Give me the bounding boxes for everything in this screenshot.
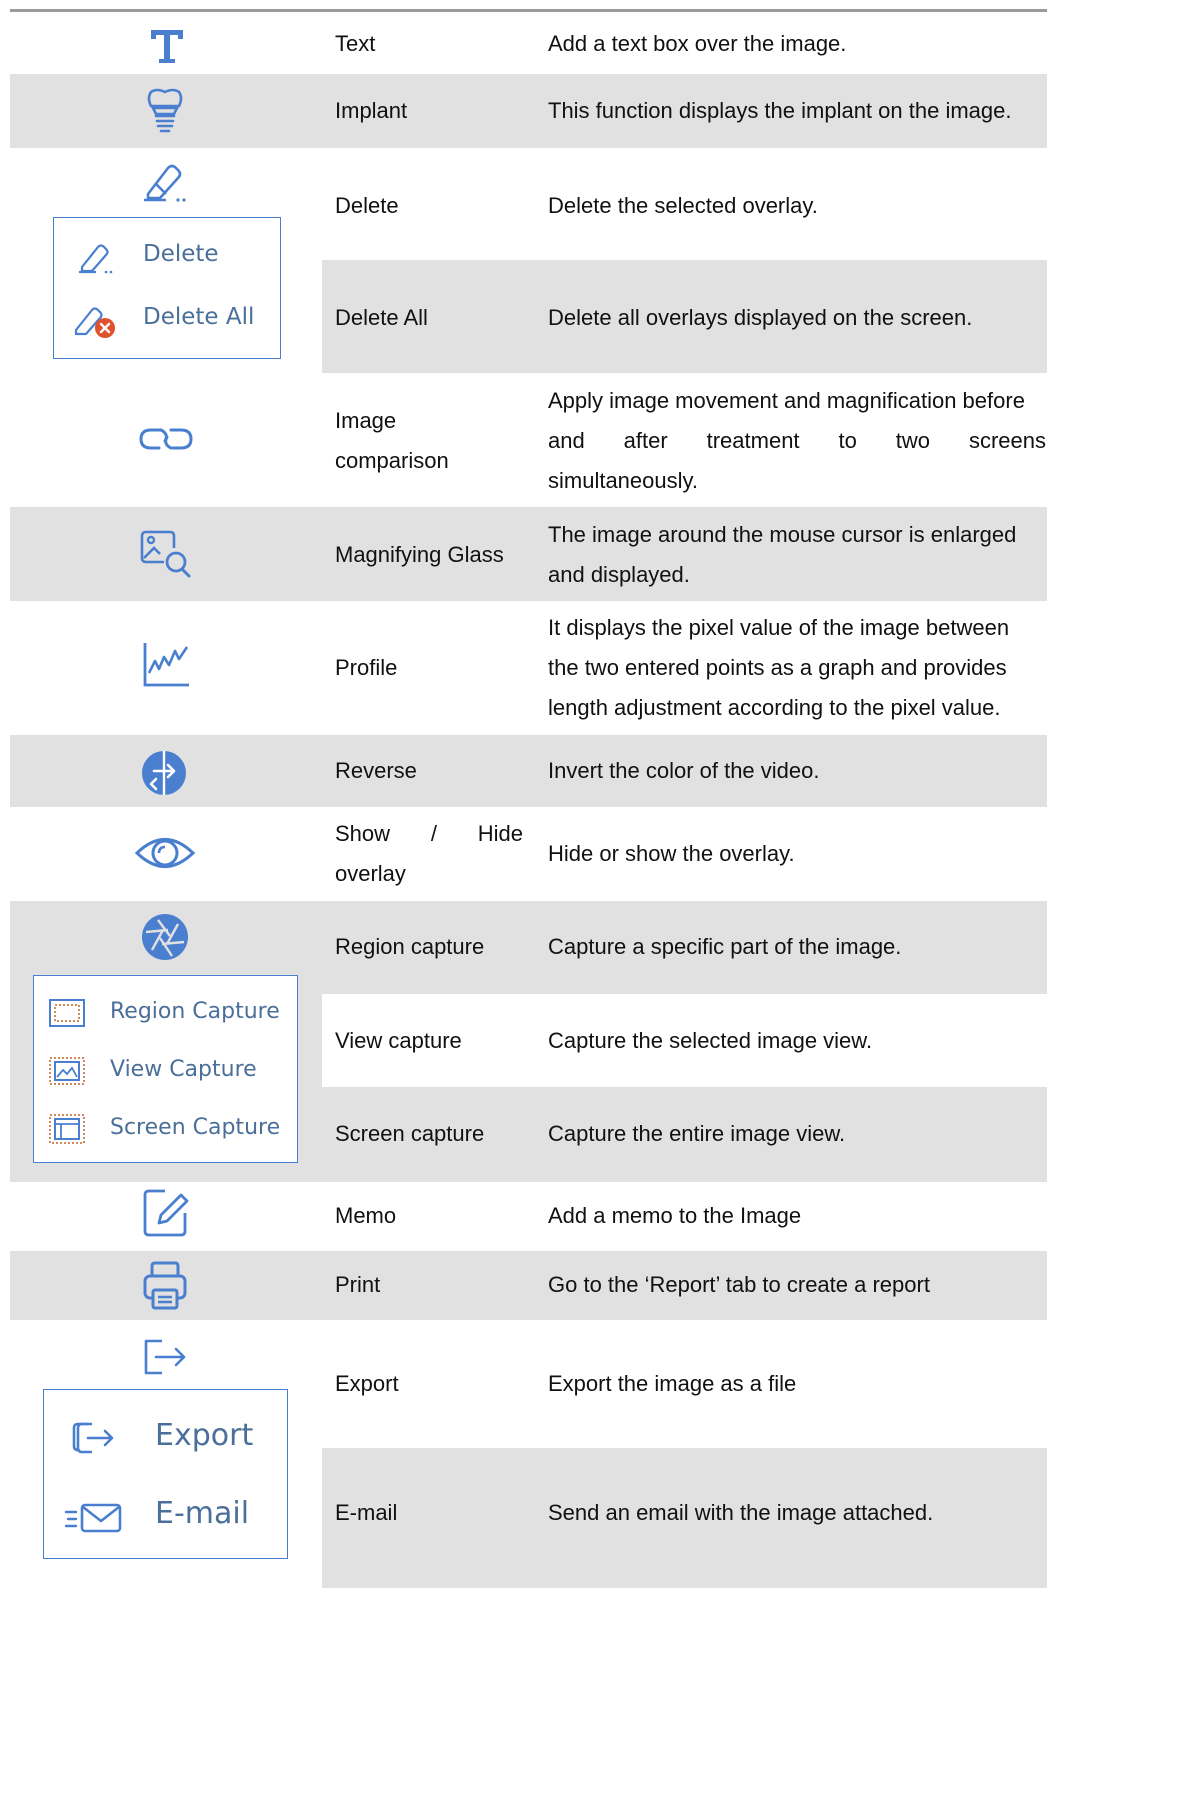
function-description: and displayed.: [548, 562, 690, 587]
function-name: Export: [335, 1371, 399, 1396]
function-name: Magnifying Glass: [335, 542, 504, 567]
function-description: and after treatment to two screens: [548, 428, 1046, 453]
function-description: Delete all overlays displayed on the scr…: [548, 305, 973, 330]
eraser-icon[interactable]: [140, 160, 188, 204]
function-description: Hide or show the overlay.: [548, 841, 795, 866]
function-description: Send an email with the image attached.: [548, 1500, 934, 1525]
view-capture-icon: [49, 1057, 85, 1085]
function-name: Show / Hide: [335, 821, 523, 846]
function-description: the two entered points as a graph and pr…: [548, 655, 1007, 680]
function-name: overlay: [335, 861, 406, 886]
link-icon[interactable]: [137, 424, 195, 454]
function-name: Profile: [335, 655, 398, 680]
delete-popup-menu: Delete Delete All: [53, 217, 281, 359]
function-name: Delete: [335, 193, 399, 218]
function-name: Memo: [335, 1203, 397, 1228]
function-name: Implant: [335, 98, 408, 123]
function-description: This function displays the implant on th…: [548, 98, 1012, 123]
popup-item-export[interactable]: Export: [155, 1418, 253, 1453]
implant-icon[interactable]: [143, 86, 187, 136]
function-name: E-mail: [335, 1500, 398, 1525]
function-name: Image: [335, 408, 397, 433]
popup-item-delete[interactable]: Delete: [143, 241, 219, 267]
function-description: Apply image movement and magnification b…: [548, 388, 1025, 413]
function-description: Go to the ‘Report’ tab to create a repor…: [548, 1272, 930, 1297]
printer-icon[interactable]: [142, 1260, 188, 1312]
function-name: comparison: [335, 448, 449, 473]
function-name: Print: [335, 1272, 381, 1297]
magnifier-image-icon[interactable]: [138, 528, 194, 580]
function-description: Delete the selected overlay.: [548, 193, 818, 218]
text-tool-icon[interactable]: [147, 26, 187, 66]
function-name: Screen capture: [335, 1121, 485, 1146]
eye-icon[interactable]: [134, 830, 196, 876]
export-popup-menu: Export E-mail: [43, 1389, 288, 1559]
profile-graph-icon[interactable]: [141, 641, 191, 689]
function-name: Reverse: [335, 758, 417, 783]
function-description: Add a memo to the Image: [548, 1203, 802, 1228]
function-description: length adjustment according to the pixel…: [548, 695, 1001, 720]
popup-item-view-capture[interactable]: View Capture: [110, 1057, 257, 1082]
function-description: Capture the entire image view.: [548, 1121, 846, 1146]
popup-item-delete-all[interactable]: Delete All: [143, 304, 254, 330]
popup-item-screen-capture[interactable]: Screen Capture: [110, 1115, 280, 1140]
screen-capture-icon: [49, 1114, 85, 1144]
function-description: simultaneously.: [548, 468, 698, 493]
function-name: View capture: [335, 1028, 462, 1053]
camera-shutter-icon[interactable]: [140, 912, 190, 962]
function-description: It displays the pixel value of the image…: [548, 615, 1010, 640]
function-name: Region capture: [335, 934, 485, 959]
delete-all-icon: [74, 307, 115, 338]
popup-item-region-capture[interactable]: Region Capture: [110, 999, 280, 1024]
export-icon[interactable]: [140, 1337, 190, 1377]
function-name: Delete All: [335, 305, 428, 330]
function-description: Capture a specific part of the image.: [548, 934, 902, 959]
memo-edit-icon[interactable]: [141, 1187, 191, 1239]
export-icon: [72, 1422, 114, 1454]
function-name: Text: [335, 31, 376, 56]
region-capture-icon: [49, 999, 85, 1027]
function-description: Export the image as a file: [548, 1371, 797, 1396]
popup-item-email[interactable]: E-mail: [155, 1496, 249, 1531]
email-icon: [64, 1503, 122, 1533]
eraser-icon: [79, 244, 113, 274]
table-top-rule: [10, 9, 1047, 12]
function-description: Invert the color of the video.: [548, 758, 820, 783]
function-description: Add a text box over the image.: [548, 31, 847, 56]
function-description: The image around the mouse cursor is enl…: [548, 522, 1017, 547]
reverse-icon[interactable]: [140, 749, 188, 797]
function-description: Capture the selected image view.: [548, 1028, 873, 1053]
capture-popup-menu: Region Capture View Capture Screen Captu…: [33, 975, 298, 1163]
